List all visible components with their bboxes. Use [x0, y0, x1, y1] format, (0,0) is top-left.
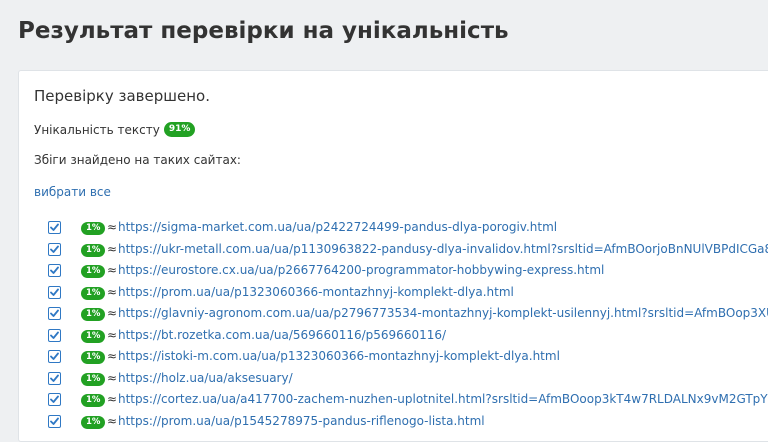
match-row: 1% ≈ https://sigma-market.com.ua/ua/p24227…	[19, 218, 768, 240]
approx-symbol: ≈	[107, 220, 118, 234]
match-percent-badge: 1%	[81, 415, 106, 429]
approx-symbol: ≈	[107, 263, 118, 277]
match-url-link[interactable]: https://glavniy-agronom.com.ua/ua/p27967…	[118, 306, 768, 320]
page-title: Результат перевірки на унікальність	[18, 18, 509, 44]
match-row: 1% ≈ https://bt.rozetka.com.ua/ua/56966011…	[19, 326, 768, 348]
approx-symbol: ≈	[107, 392, 118, 406]
checkmark-icon	[50, 331, 59, 339]
match-row: 1% ≈ https://holz.ua/ua/aksesuary/	[19, 369, 768, 391]
result-card: Перевірку завершено. Унікальність тексту…	[18, 70, 768, 442]
match-row: 1% ≈ https://istoki-m.com.ua/ua/p132306036…	[19, 347, 768, 369]
checkmark-icon	[50, 352, 59, 360]
match-checkbox[interactable]	[48, 414, 61, 428]
checkmark-icon	[50, 223, 59, 231]
match-url-link[interactable]: https://holz.ua/ua/aksesuary/	[118, 371, 293, 385]
checkmark-icon	[50, 374, 59, 382]
uniqueness-row: Унікальність тексту 91%	[34, 122, 196, 137]
checkmark-icon	[50, 266, 59, 274]
match-url-link[interactable]: https://prom.ua/ua/p1323060366-montazhny…	[118, 285, 514, 299]
match-checkbox[interactable]	[48, 371, 61, 385]
match-row: 1% ≈ https://ukr-metall.com.ua/ua/p1130963…	[19, 240, 768, 262]
approx-symbol: ≈	[107, 284, 118, 299]
match-url-link[interactable]: https://ukr-metall.com.ua/ua/p1130963822…	[118, 242, 768, 256]
match-url-link[interactable]: https://istoki-m.com.ua/ua/p1323060366-m…	[118, 349, 560, 363]
approx-symbol: ≈	[107, 370, 118, 385]
approx-symbol: ≈	[107, 327, 118, 342]
checkmark-icon	[50, 309, 59, 317]
match-checkbox[interactable]	[48, 285, 61, 299]
checkmark-icon	[50, 288, 59, 296]
match-checkbox[interactable]	[48, 328, 61, 342]
match-checkbox[interactable]	[48, 307, 61, 320]
matches-title: Збіги знайдено на таких сайтах:	[34, 153, 241, 167]
select-all-link[interactable]: вибрати все	[34, 185, 111, 199]
uniqueness-label: Унікальність тексту	[34, 122, 160, 137]
check-status: Перевірку завершено.	[34, 87, 210, 105]
checkmark-icon	[50, 417, 59, 425]
match-row: 1% ≈ https://cortez.ua/ua/a417700-zachem-n…	[19, 390, 768, 412]
match-url-link[interactable]: https://eurostore.cx.ua/ua/p2667764200-p…	[118, 263, 604, 277]
checkmark-icon	[50, 395, 59, 403]
checkmark-icon	[50, 245, 59, 253]
match-percent-badge: 1%	[81, 243, 106, 257]
match-checkbox[interactable]	[48, 221, 61, 234]
match-url-link[interactable]: https://bt.rozetka.com.ua/ua/569660116/p…	[118, 328, 446, 342]
uniqueness-badge: 91%	[163, 122, 196, 137]
match-row: 1% ≈ https://prom.ua/ua/p1323060366-montaz…	[19, 283, 768, 305]
match-percent-badge: 1%	[81, 286, 106, 300]
match-checkbox[interactable]	[48, 242, 61, 256]
approx-symbol: ≈	[107, 306, 118, 320]
match-url-link[interactable]: https://prom.ua/ua/p1545278975-pandus-ri…	[118, 414, 485, 428]
approx-symbol: ≈	[107, 349, 118, 363]
match-checkbox[interactable]	[48, 264, 61, 277]
match-percent-badge: 1%	[81, 308, 106, 321]
match-row: 1% ≈ https://prom.ua/ua/p1545278975-pandus…	[19, 412, 768, 434]
match-percent-badge: 1%	[81, 372, 106, 386]
match-percent-badge: 1%	[81, 394, 106, 407]
match-percent-badge: 1%	[81, 329, 106, 343]
match-row: 1% ≈ https://glavniy-agronom.com.ua/ua/p27…	[19, 304, 768, 326]
match-checkbox[interactable]	[48, 350, 61, 363]
match-percent-badge: 1%	[81, 265, 106, 278]
approx-symbol: ≈	[107, 413, 118, 428]
match-percent-badge: 1%	[81, 351, 106, 364]
match-percent-badge: 1%	[81, 222, 106, 235]
match-url-link[interactable]: https://cortez.ua/ua/a417700-zachem-nuzh…	[118, 392, 768, 406]
match-list: 1% ≈ https://sigma-market.com.ua/ua/p24227…	[19, 218, 768, 433]
match-url-link[interactable]: https://sigma-market.com.ua/ua/p24227244…	[118, 220, 557, 234]
match-row: 1% ≈ https://eurostore.cx.ua/ua/p266776420…	[19, 261, 768, 283]
approx-symbol: ≈	[107, 241, 118, 256]
match-checkbox[interactable]	[48, 393, 61, 406]
